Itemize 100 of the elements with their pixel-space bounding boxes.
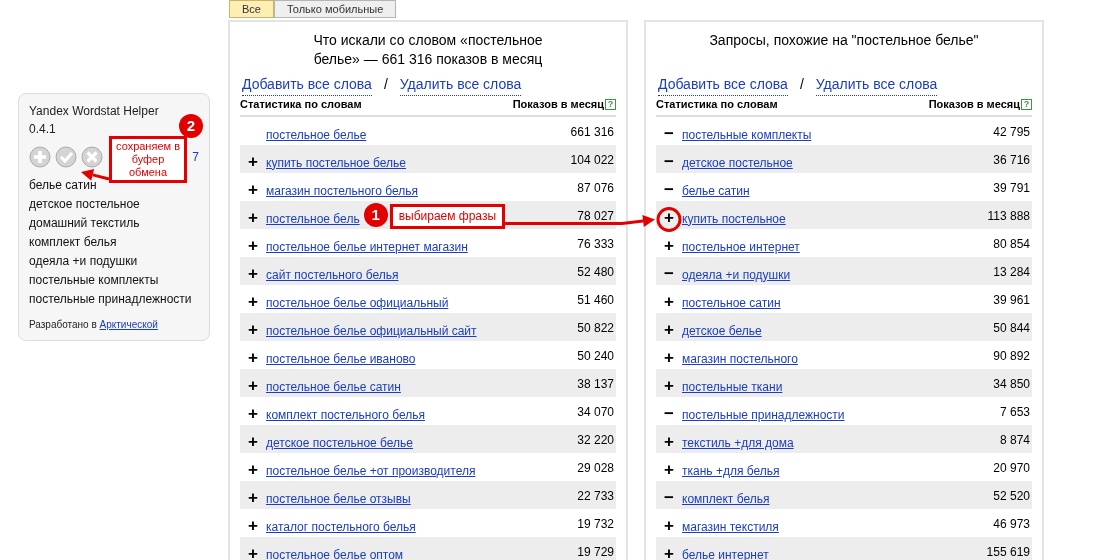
word-count: 7 xyxy=(192,149,199,166)
toggle-sign[interactable]: + xyxy=(664,434,674,453)
phrase-link[interactable]: комплект белья xyxy=(682,480,770,509)
phrase-link[interactable]: постельные ткани xyxy=(682,368,783,397)
toggle-sign[interactable]: + xyxy=(248,378,258,397)
toggle-sign[interactable]: − xyxy=(664,406,674,425)
close-icon[interactable] xyxy=(81,146,103,168)
phrase-link[interactable]: постельное белье иваново xyxy=(266,340,416,369)
toggle-sign[interactable]: + xyxy=(248,266,258,285)
panel-title: Что искали со словом «постельное белье» — 661 316 показов в месяц xyxy=(312,31,544,69)
phrase-link[interactable]: магазин постельного белья xyxy=(266,172,418,201)
toggle-sign[interactable]: + xyxy=(248,406,258,425)
phrase-link[interactable]: белье сатин xyxy=(682,172,750,201)
toggle-sign[interactable]: − xyxy=(664,490,674,509)
filter-tab[interactable]: Все xyxy=(229,0,274,18)
panel-title: Запросы, похожие на "постельное белье" xyxy=(709,31,979,50)
phrase-link[interactable]: купить постельное xyxy=(682,200,786,229)
toggle-sign[interactable]: + xyxy=(664,294,674,313)
phrase-link[interactable]: постельное сатин xyxy=(682,284,781,313)
toggle-sign[interactable]: + xyxy=(664,378,674,397)
impressions-count: 13 284 xyxy=(993,263,1031,281)
phrase-link[interactable]: комплект постельного белья xyxy=(266,396,425,425)
toggle-sign[interactable]: + xyxy=(664,322,674,341)
impressions-count: 104 022 xyxy=(570,151,615,169)
toggle-sign[interactable]: + xyxy=(664,210,674,229)
help-icon[interactable]: ? xyxy=(605,98,616,110)
phrase-link[interactable]: постельное белье официальный сайт xyxy=(266,312,477,341)
phrase-link[interactable]: текстиль +для дома xyxy=(682,424,794,453)
phrase-link[interactable]: детское постельное xyxy=(682,144,793,173)
toggle-sign[interactable]: + xyxy=(248,238,258,257)
remove-all-link[interactable]: Удалить все слова xyxy=(815,74,938,96)
toggle-sign[interactable]: + xyxy=(248,154,258,173)
toggle-sign[interactable]: − xyxy=(664,154,674,173)
impressions-count: 29 028 xyxy=(577,459,615,477)
arrow xyxy=(81,169,110,181)
phrase-link[interactable]: постельное бель xyxy=(266,200,360,229)
phrase-link[interactable]: постельные принадлежности xyxy=(682,396,845,425)
helper-title: Yandex Wordstat Helper xyxy=(29,103,159,120)
phrase-link[interactable]: постельные комплекты xyxy=(682,116,812,145)
impressions-count: 39 961 xyxy=(993,291,1031,309)
impressions-count: 19 732 xyxy=(577,515,615,533)
toggle-sign[interactable]: + xyxy=(248,210,258,229)
phrase-link[interactable]: постельное интернет xyxy=(682,228,800,257)
phrase-link[interactable]: постельное белье интернет магазин xyxy=(266,228,468,257)
add-all-link[interactable]: Добавить все слова xyxy=(242,74,372,96)
callout-box: выбираем фразы xyxy=(389,203,506,229)
saved-word: детское постельное xyxy=(29,196,141,213)
phrase-link[interactable]: постельное белье оптом xyxy=(266,536,404,560)
toggle-sign[interactable]: + xyxy=(664,462,674,481)
column-header: Статистика по словам xyxy=(240,97,362,112)
toggle-sign[interactable]: + xyxy=(664,350,674,369)
column-header: Показов в месяц xyxy=(928,97,1020,112)
phrase-link[interactable]: одеяла +и подушки xyxy=(682,256,791,285)
toggle-sign[interactable]: + xyxy=(248,546,258,560)
impressions-count: 52 480 xyxy=(577,263,615,281)
check-icon[interactable] xyxy=(55,146,77,168)
toggle-sign[interactable]: − xyxy=(664,266,674,285)
phrase-link[interactable]: каталог постельного белья xyxy=(266,508,416,537)
credit-link[interactable]: Арктической xyxy=(99,319,158,330)
phrase-link[interactable]: постельное белье сатин xyxy=(266,368,401,397)
impressions-count: 87 076 xyxy=(577,179,615,197)
phrase-link[interactable]: детское постельное белье xyxy=(266,424,414,453)
phrase-link[interactable]: магазин текстиля xyxy=(682,508,779,537)
phrase-link[interactable]: постельное белье отзывы xyxy=(266,480,411,509)
impressions-count: 51 460 xyxy=(577,291,615,309)
version-text: 0.4.1 xyxy=(29,121,56,138)
impressions-count: 50 844 xyxy=(993,319,1031,337)
phrase-link[interactable]: ткань +для белья xyxy=(682,452,780,481)
toggle-sign[interactable]: − xyxy=(664,126,674,145)
add-icon[interactable] xyxy=(29,146,51,168)
phrase-link[interactable]: постельное белье +от производителя xyxy=(266,452,476,481)
phrase-link[interactable]: постельное белье xyxy=(266,116,367,145)
toggle-sign[interactable]: + xyxy=(248,322,258,341)
phrase-link[interactable]: постельное белье официальный xyxy=(266,284,449,313)
impressions-count: 155 619 xyxy=(986,543,1031,560)
help-icon[interactable]: ? xyxy=(1021,98,1032,110)
impressions-count: 7 653 xyxy=(999,403,1031,421)
toggle-sign[interactable]: + xyxy=(248,350,258,369)
phrase-link[interactable]: сайт постельного белья xyxy=(266,256,399,285)
add-all-link[interactable]: Добавить все слова xyxy=(658,74,788,96)
toggle-sign[interactable]: + xyxy=(248,518,258,537)
impressions-count: 34 850 xyxy=(993,375,1031,393)
saved-word: домашний текстиль xyxy=(29,215,141,232)
impressions-count: 50 822 xyxy=(577,319,615,337)
toggle-sign[interactable]: + xyxy=(664,518,674,537)
phrase-link[interactable]: купить постельное белье xyxy=(266,144,406,173)
toggle-sign[interactable]: + xyxy=(664,238,674,257)
toggle-sign[interactable]: + xyxy=(248,294,258,313)
impressions-count: 50 240 xyxy=(577,347,615,365)
toggle-sign[interactable]: + xyxy=(248,462,258,481)
phrase-link[interactable]: детское белье xyxy=(682,312,762,341)
toggle-sign[interactable]: + xyxy=(248,182,258,201)
toggle-sign[interactable]: + xyxy=(664,546,674,560)
remove-all-link[interactable]: Удалить все слова xyxy=(399,74,522,96)
toggle-sign[interactable]: + xyxy=(248,490,258,509)
phrase-link[interactable]: магазин постельного xyxy=(682,340,798,369)
filter-tab[interactable]: Только мобильные xyxy=(273,0,397,18)
toggle-sign[interactable]: + xyxy=(248,434,258,453)
impressions-count: 90 892 xyxy=(993,347,1031,365)
toggle-sign[interactable]: − xyxy=(664,182,674,201)
